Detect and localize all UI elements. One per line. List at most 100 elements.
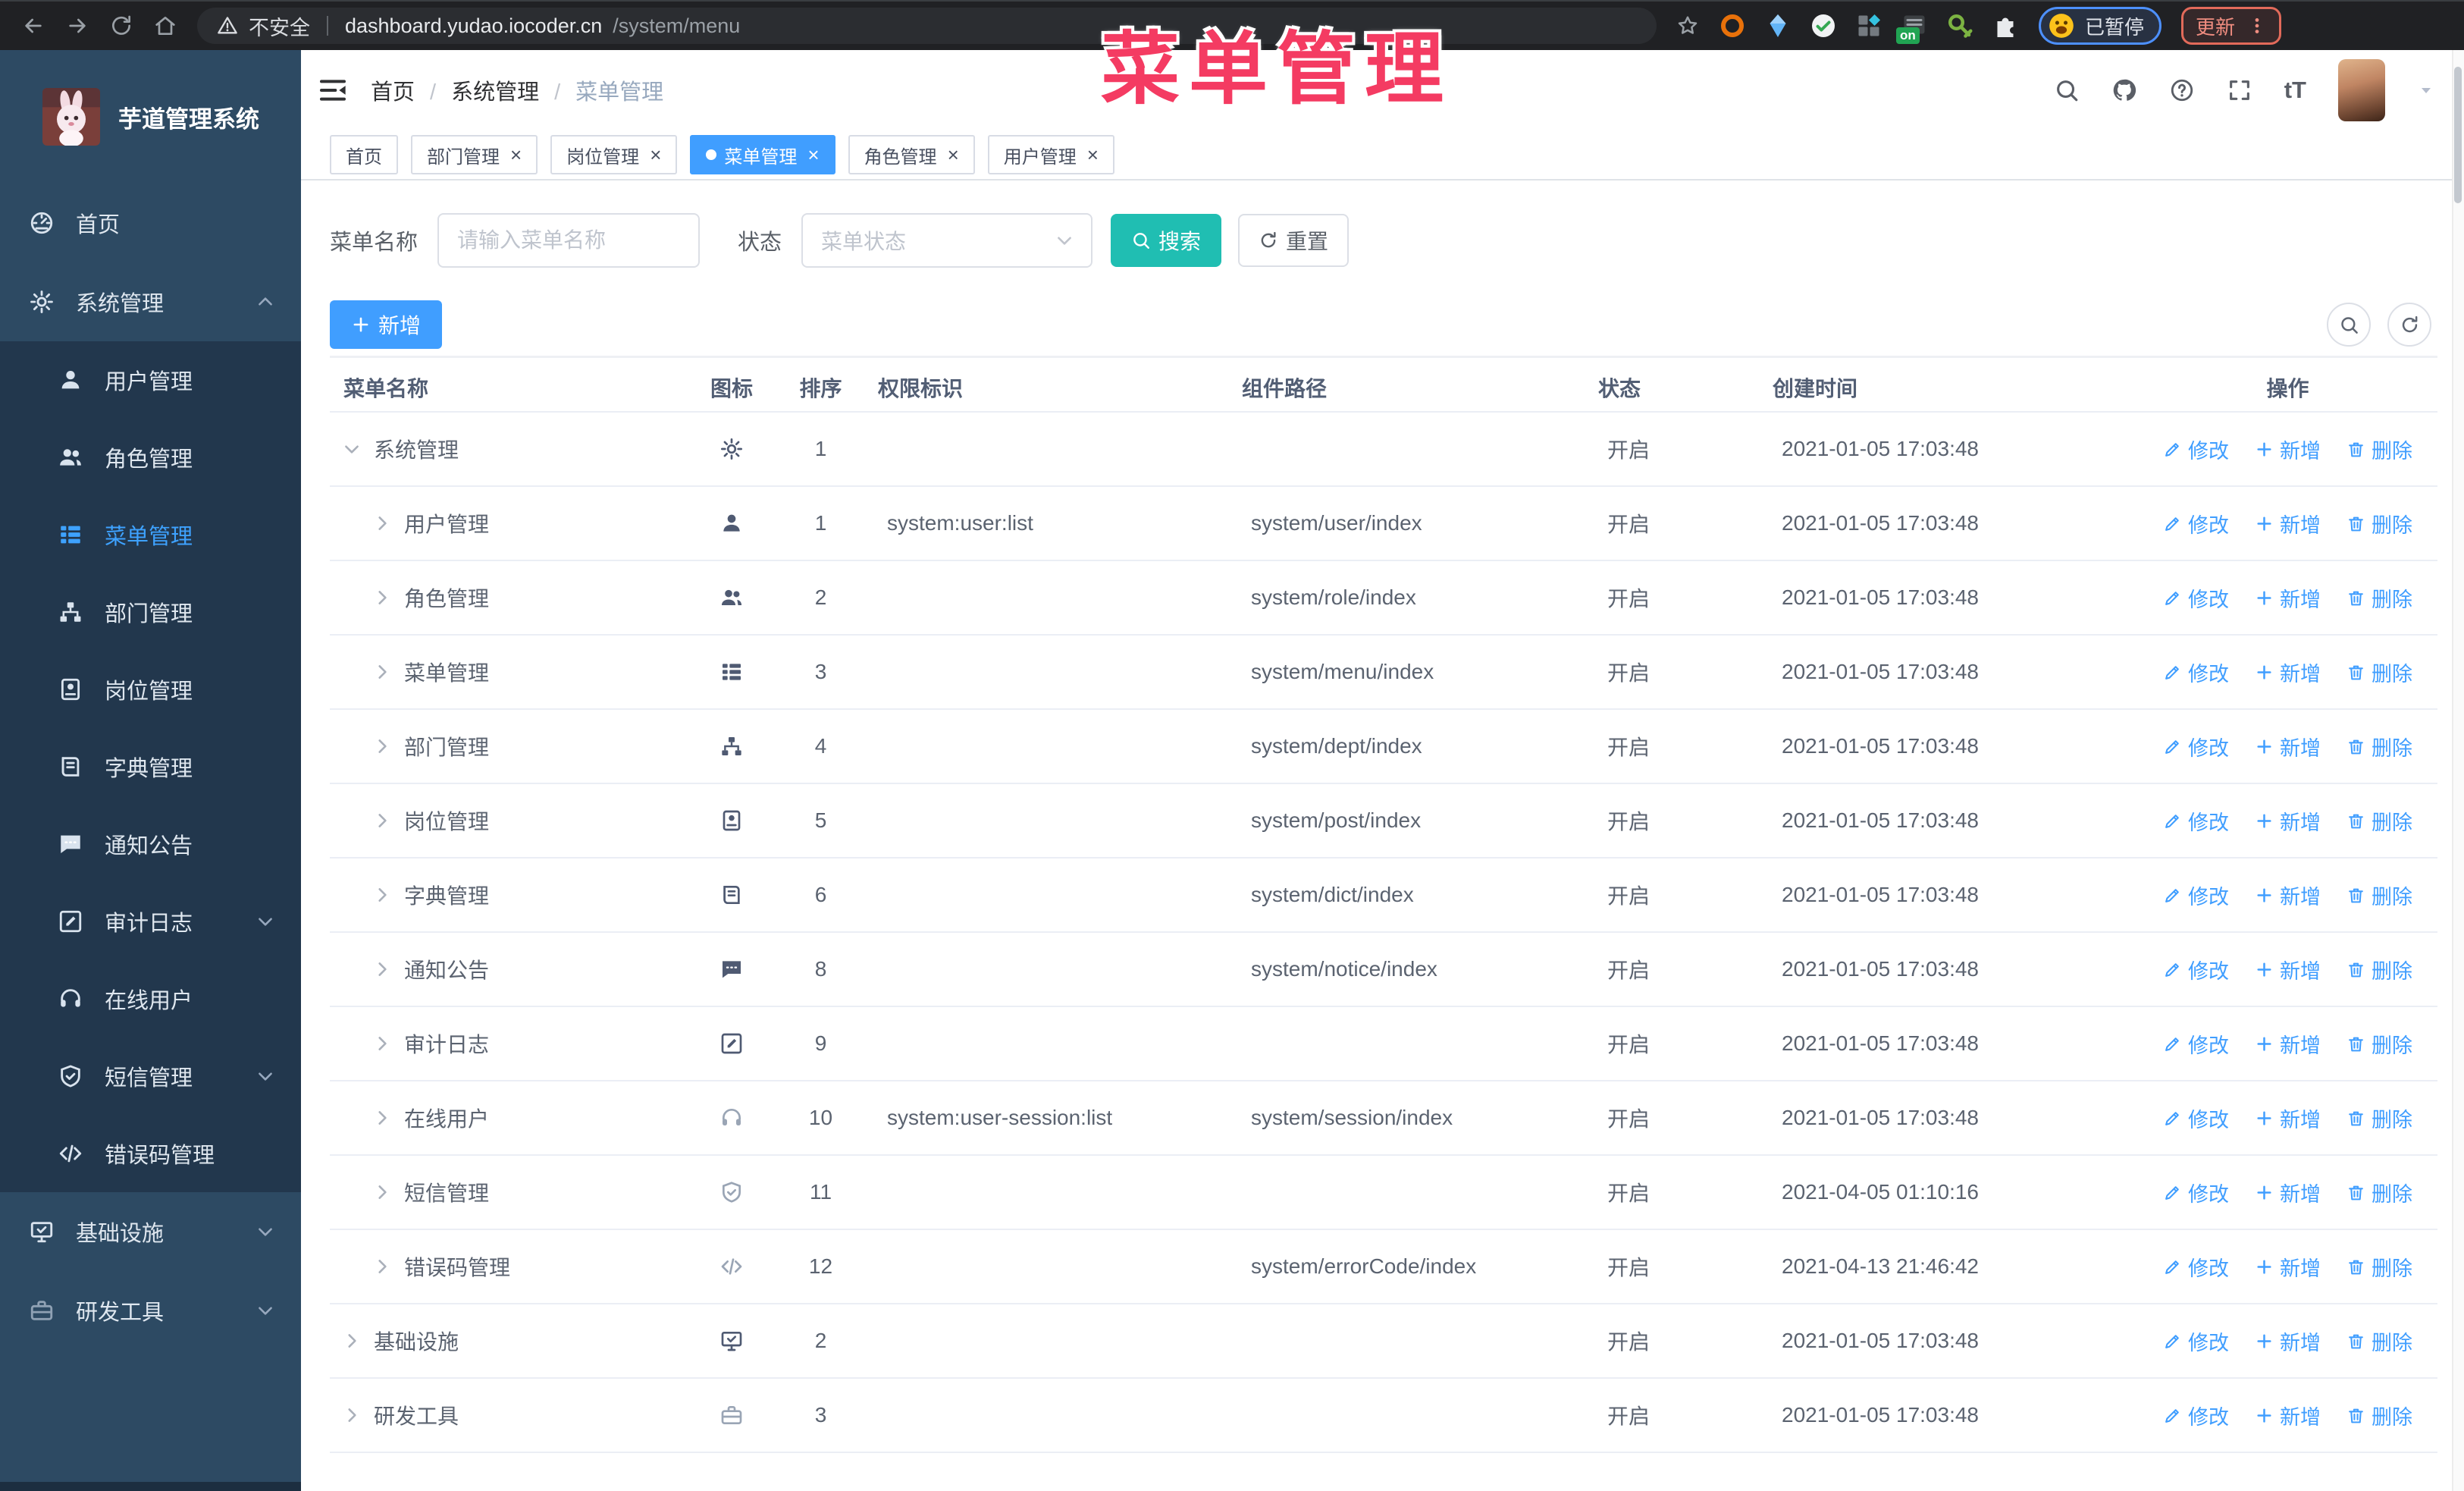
- sidebar-item[interactable]: 通知公告: [0, 805, 301, 883]
- add-link[interactable]: 新增: [2255, 1326, 2321, 1356]
- extension-gem-icon[interactable]: [1764, 12, 1792, 39]
- fullscreen-icon[interactable]: [2227, 77, 2252, 103]
- add-link[interactable]: 新增: [2255, 435, 2321, 464]
- forward-icon[interactable]: [65, 14, 89, 38]
- extension-list-icon[interactable]: on: [1896, 12, 1928, 44]
- tab[interactable]: 部门管理 ×: [411, 135, 538, 174]
- extension-grid-icon[interactable]: [1855, 12, 1882, 39]
- edit-link[interactable]: 修改: [2163, 1103, 2229, 1133]
- kebab-menu-icon[interactable]: [2247, 16, 2267, 36]
- edit-link[interactable]: 修改: [2163, 880, 2229, 910]
- add-link[interactable]: 新增: [2255, 1252, 2321, 1282]
- sidebar-item[interactable]: 角色管理: [0, 419, 301, 496]
- toggle-search-button[interactable]: [2327, 303, 2371, 347]
- edit-link[interactable]: 修改: [2163, 732, 2229, 761]
- edit-link[interactable]: 修改: [2163, 806, 2229, 836]
- chevron-right-icon[interactable]: [372, 885, 392, 905]
- extension-key-icon[interactable]: [1946, 12, 1973, 39]
- search-icon[interactable]: [2054, 77, 2080, 103]
- sidebar-collapse-icon[interactable]: [318, 75, 348, 105]
- add-link[interactable]: 新增: [2255, 1401, 2321, 1430]
- chevron-right-icon[interactable]: [372, 1182, 392, 1202]
- profile-paused-chip[interactable]: 已暂停: [2039, 7, 2162, 45]
- edit-link[interactable]: 修改: [2163, 583, 2229, 613]
- delete-link[interactable]: 删除: [2346, 583, 2412, 613]
- reload-icon[interactable]: [109, 14, 133, 38]
- add-button[interactable]: 新增: [330, 300, 442, 349]
- edit-link[interactable]: 修改: [2163, 658, 2229, 687]
- delete-link[interactable]: 删除: [2346, 1326, 2412, 1356]
- delete-link[interactable]: 删除: [2346, 1252, 2412, 1282]
- help-icon[interactable]: [2169, 77, 2195, 103]
- add-link[interactable]: 新增: [2255, 806, 2321, 836]
- avatar-caret-icon[interactable]: [2417, 81, 2435, 99]
- vertical-scrollbar[interactable]: [2452, 50, 2464, 1491]
- edit-link[interactable]: 修改: [2163, 1252, 2229, 1282]
- delete-link[interactable]: 删除: [2346, 1401, 2412, 1430]
- chevron-right-icon[interactable]: [372, 736, 392, 756]
- add-link[interactable]: 新增: [2255, 955, 2321, 984]
- delete-link[interactable]: 删除: [2346, 1029, 2412, 1059]
- reset-button[interactable]: 重置: [1238, 214, 1350, 267]
- chevron-right-icon[interactable]: [372, 588, 392, 607]
- add-link[interactable]: 新增: [2255, 1178, 2321, 1207]
- breadcrumb-item[interactable]: 系统管理: [430, 74, 539, 106]
- sidebar-item[interactable]: 在线用户: [0, 960, 301, 1037]
- chevron-right-icon[interactable]: [342, 1405, 362, 1425]
- edit-link[interactable]: 修改: [2163, 1178, 2229, 1207]
- delete-link[interactable]: 删除: [2346, 806, 2412, 836]
- back-icon[interactable]: [21, 14, 45, 38]
- user-avatar[interactable]: [2338, 59, 2385, 121]
- add-link[interactable]: 新增: [2255, 509, 2321, 538]
- extension-ring-icon[interactable]: [1719, 12, 1746, 39]
- add-link[interactable]: 新增: [2255, 658, 2321, 687]
- delete-link[interactable]: 删除: [2346, 658, 2412, 687]
- home-icon[interactable]: [153, 14, 177, 38]
- tab[interactable]: 岗位管理 ×: [550, 135, 678, 174]
- breadcrumb-item[interactable]: 菜单管理: [554, 74, 663, 106]
- chevron-right-icon[interactable]: [372, 1108, 392, 1128]
- extension-check-icon[interactable]: [1810, 12, 1837, 39]
- edit-link[interactable]: 修改: [2163, 1029, 2229, 1059]
- chevron-right-icon[interactable]: [372, 513, 392, 533]
- chevron-right-icon[interactable]: [372, 1257, 392, 1276]
- tab[interactable]: 角色管理 ×: [848, 135, 975, 174]
- chevron-right-icon[interactable]: [372, 662, 392, 682]
- close-icon[interactable]: ×: [1087, 145, 1099, 165]
- extension-puzzle-icon[interactable]: [1992, 12, 2019, 39]
- add-link[interactable]: 新增: [2255, 880, 2321, 910]
- breadcrumb-item[interactable]: 首页: [371, 74, 415, 106]
- sidebar-scrollbar[interactable]: [0, 1482, 301, 1491]
- close-icon[interactable]: ×: [650, 145, 661, 165]
- chevron-down-icon[interactable]: [342, 439, 362, 459]
- delete-link[interactable]: 删除: [2346, 509, 2412, 538]
- delete-link[interactable]: 删除: [2346, 955, 2412, 984]
- sidebar-item[interactable]: 审计日志: [0, 883, 301, 960]
- delete-link[interactable]: 删除: [2346, 732, 2412, 761]
- chevron-right-icon[interactable]: [342, 1331, 362, 1351]
- search-button[interactable]: 搜索: [1111, 214, 1222, 267]
- edit-link[interactable]: 修改: [2163, 1401, 2229, 1430]
- refresh-table-button[interactable]: [2387, 303, 2431, 347]
- chevron-right-icon[interactable]: [372, 1034, 392, 1053]
- sidebar-item[interactable]: 首页: [0, 184, 301, 262]
- browser-update-chip[interactable]: 更新: [2181, 7, 2282, 45]
- status-select[interactable]: 菜单状态: [801, 213, 1093, 268]
- add-link[interactable]: 新增: [2255, 732, 2321, 761]
- add-link[interactable]: 新增: [2255, 1103, 2321, 1133]
- close-icon[interactable]: ×: [807, 145, 819, 165]
- edit-link[interactable]: 修改: [2163, 1326, 2229, 1356]
- delete-link[interactable]: 删除: [2346, 1178, 2412, 1207]
- sidebar-item[interactable]: 岗位管理: [0, 651, 301, 728]
- edit-link[interactable]: 修改: [2163, 955, 2229, 984]
- github-icon[interactable]: [2111, 77, 2137, 103]
- sidebar-item[interactable]: 错误码管理: [0, 1115, 301, 1192]
- delete-link[interactable]: 删除: [2346, 1103, 2412, 1133]
- bookmark-star-icon[interactable]: [1676, 14, 1699, 37]
- tab[interactable]: 菜单管理 ×: [690, 135, 835, 174]
- sidebar-item[interactable]: 字典管理: [0, 728, 301, 805]
- delete-link[interactable]: 删除: [2346, 880, 2412, 910]
- menu-name-input[interactable]: [437, 213, 701, 268]
- sidebar-item[interactable]: 菜单管理: [0, 496, 301, 573]
- chevron-right-icon[interactable]: [372, 959, 392, 979]
